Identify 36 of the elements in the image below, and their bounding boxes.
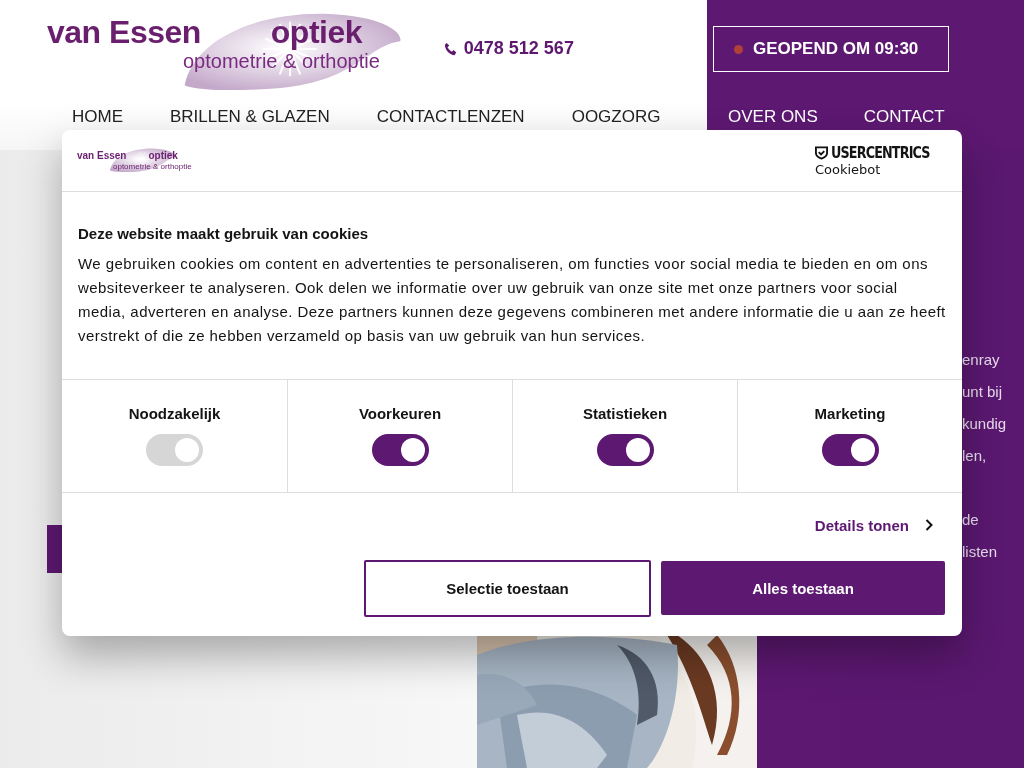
allow-selection-button[interactable]: Selectie toestaan	[364, 560, 651, 617]
allow-all-button[interactable]: Alles toestaan	[661, 561, 945, 615]
provider-brand: USERCENTRICS	[830, 144, 930, 162]
status-text: GEOPEND OM 09:30	[753, 39, 919, 59]
side-text: de	[962, 510, 980, 530]
dialog-text: We gebruiken cookies om content en advertenties te personaliseren, om functies voor social media te bieden en om ons websiteverkeer te analyseren. Ook delen we informatie over uw gebruik van onze site met onze partners voor social media, adverteren en analyse. Deze partners kunnen deze gegevens combineren met andere informatie die u aan ze heeft verstrekt of die ze hebben verzameld op basis van uw gebruik van hun services.	[78, 254, 946, 346]
category-label: Statistieken	[582, 405, 668, 422]
side-text: kundig	[962, 414, 1008, 434]
nav-link[interactable]: HOME	[72, 107, 123, 127]
provider-product: Cookiebot	[814, 162, 882, 177]
nav-link[interactable]: OVER ONS	[728, 107, 818, 127]
side-text: unt bij	[962, 382, 1004, 402]
category-label: Noodzakelijk	[128, 405, 221, 422]
phone-number[interactable]: 0478 512 567	[463, 38, 574, 59]
logo-name: optiek	[148, 150, 178, 162]
toggle-switch[interactable]	[596, 434, 654, 466]
category-label: Voorkeuren	[358, 405, 442, 422]
nav-link[interactable]: CONTACTLENZEN	[376, 107, 525, 127]
shield-icon	[814, 146, 828, 160]
logo-tagline: optometrie & orthoptie	[183, 50, 380, 72]
details-link[interactable]: Details tonen	[814, 517, 933, 534]
category-label: Marketing	[814, 405, 886, 422]
nav-link[interactable]: OOGZORG	[571, 107, 661, 127]
logo-name: optiek	[270, 14, 363, 50]
nav-link[interactable]: CONTACT	[863, 107, 945, 127]
toggle-switch[interactable]	[371, 434, 429, 466]
dialog-title: Deze website maakt gebruik van cookies	[78, 225, 370, 242]
logo-name: van Essen	[77, 150, 127, 162]
logo-tagline: optometrie & orthoptie	[113, 162, 192, 171]
side-text: listen	[962, 542, 999, 562]
nav-link[interactable]: BRILLEN & GLAZEN	[170, 107, 330, 127]
side-text: enray	[962, 350, 1001, 370]
logo-name: van Essen	[47, 14, 201, 50]
toggle-switch[interactable]	[821, 434, 879, 466]
phone-icon	[443, 41, 458, 56]
side-text: len,	[962, 446, 988, 466]
